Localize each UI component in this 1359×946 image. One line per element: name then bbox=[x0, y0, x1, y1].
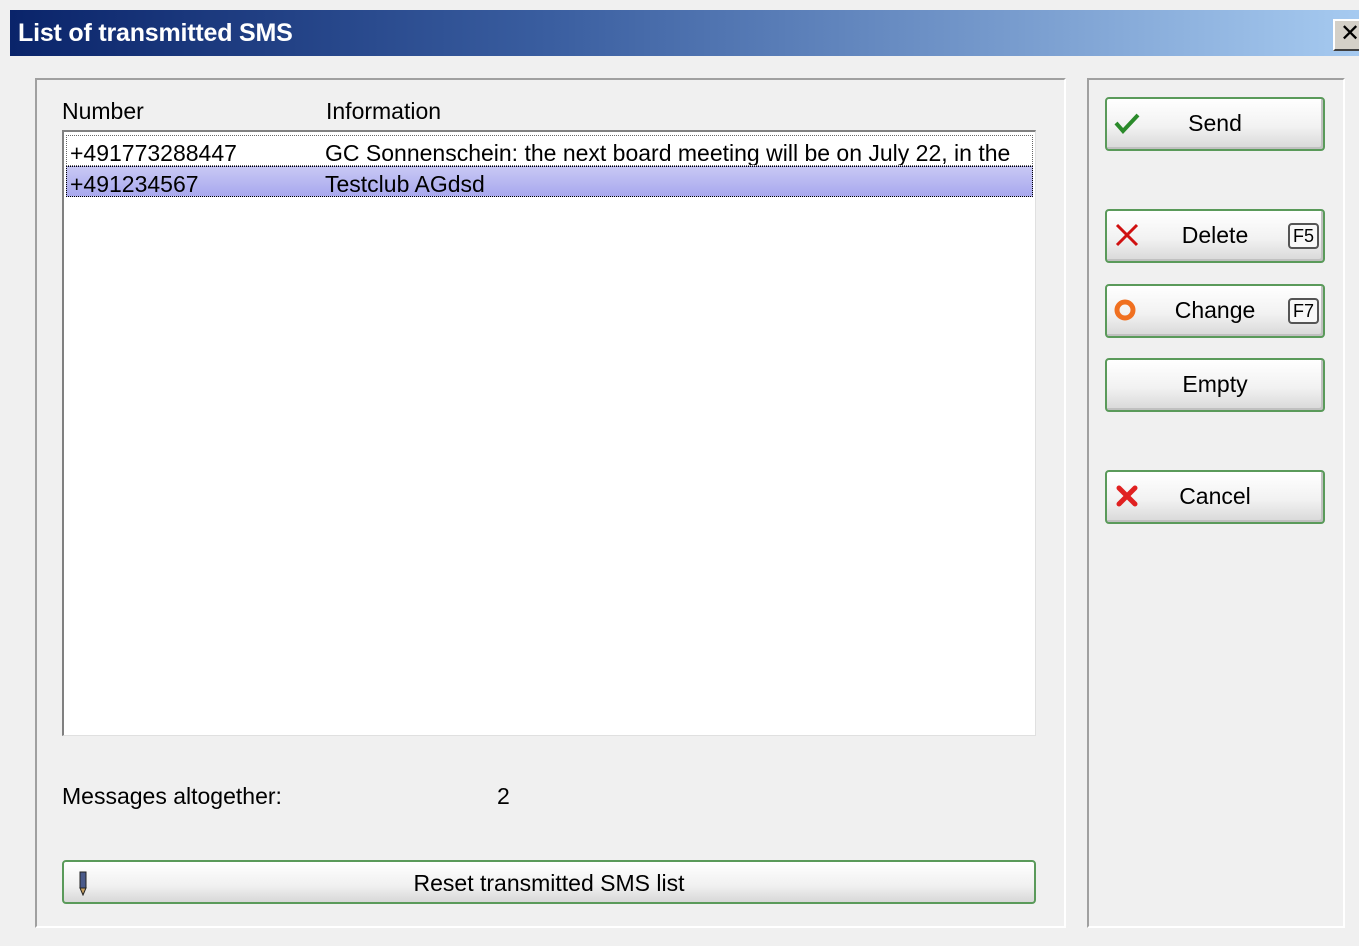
column-header-number[interactable]: Number bbox=[62, 98, 144, 125]
window-title: List of transmitted SMS bbox=[18, 19, 293, 47]
close-button[interactable]: ✕ bbox=[1333, 19, 1359, 51]
f7-key-badge: F7 bbox=[1287, 298, 1319, 324]
send-button[interactable]: Send bbox=[1105, 97, 1325, 151]
send-label: Send bbox=[1188, 110, 1242, 136]
cancel-label: Cancel bbox=[1179, 483, 1251, 509]
column-header-information[interactable]: Information bbox=[326, 98, 441, 125]
reset-list-label: Reset transmitted SMS list bbox=[413, 870, 685, 896]
close-icon: ✕ bbox=[1339, 20, 1359, 47]
row-information: GC Sonnenschein: the next board meeting … bbox=[325, 140, 1011, 166]
delete-button[interactable]: Delete F5 bbox=[1105, 209, 1325, 263]
empty-button[interactable]: Empty bbox=[1105, 358, 1325, 412]
reset-list-button[interactable]: Reset transmitted SMS list bbox=[62, 860, 1036, 904]
sms-listbox[interactable]: +491773288447 GC Sonnenschein: the next … bbox=[62, 130, 1036, 736]
messages-count-value: 2 bbox=[497, 783, 510, 809]
title-bar[interactable]: List of transmitted SMS ✕ bbox=[10, 10, 1359, 56]
dialog-window: List of transmitted SMS ✕ Number Informa… bbox=[0, 0, 1359, 946]
empty-label: Empty bbox=[1182, 371, 1248, 397]
row-information: Testclub AGdsd bbox=[325, 171, 485, 197]
row-number: +491234567 bbox=[70, 171, 199, 197]
change-button[interactable]: Change F7 bbox=[1105, 284, 1325, 338]
list-row-selected[interactable]: +491234567 Testclub AGdsd bbox=[66, 166, 1033, 197]
messages-count-label: Messages altogether: bbox=[62, 783, 282, 809]
f5-key-badge: F5 bbox=[1287, 223, 1319, 249]
row-number: +491773288447 bbox=[70, 140, 237, 166]
cancel-button[interactable]: Cancel bbox=[1105, 470, 1325, 524]
list-row[interactable]: +491773288447 GC Sonnenschein: the next … bbox=[66, 135, 1033, 166]
